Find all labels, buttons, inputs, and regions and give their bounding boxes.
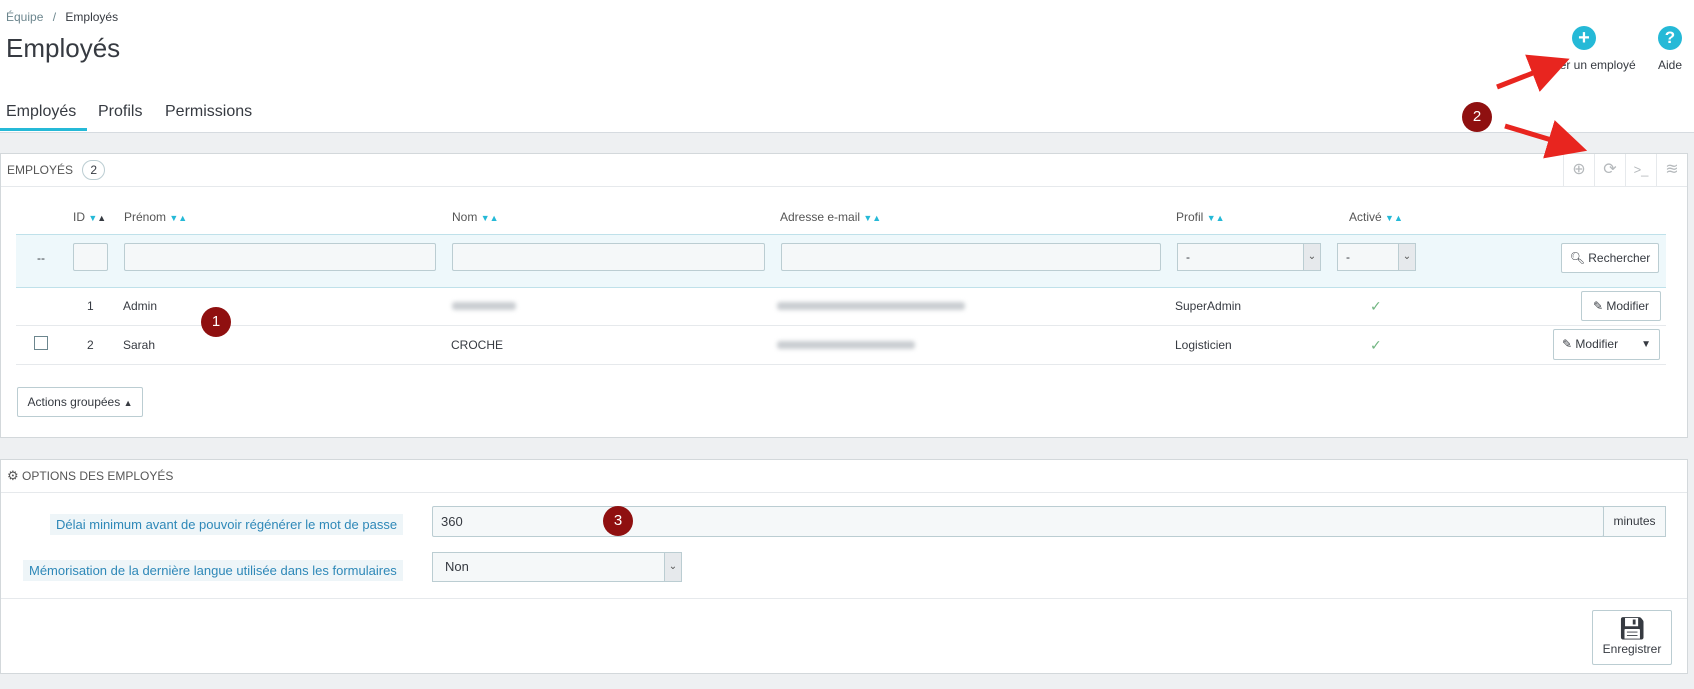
bulk-actions-button[interactable]: Actions groupées ▲ <box>17 387 143 417</box>
row-email-redacted <box>777 302 965 310</box>
help-icon: ? <box>1658 26 1682 50</box>
plus-circle-icon: + <box>1572 26 1596 50</box>
sort-desc-icon[interactable]: ▼ <box>1207 213 1216 223</box>
page-header: Équipe / Employés Employés + Ajouter un … <box>0 0 1694 133</box>
filter-firstname-input[interactable] <box>124 243 436 271</box>
database-icon[interactable]: ≋ <box>1656 154 1687 186</box>
filter-dash: -- <box>37 251 45 265</box>
tab-profiles[interactable]: Profils <box>98 103 142 121</box>
sort-desc-icon[interactable]: ▼ <box>863 213 872 223</box>
pencil-icon: ✎ <box>1592 299 1604 313</box>
sort-asc-icon[interactable]: ▲ <box>872 213 881 223</box>
annotation-marker-2: 2 <box>1462 102 1492 132</box>
password-delay-unit: minutes <box>1603 506 1666 537</box>
filter-lastname-input[interactable] <box>452 243 765 271</box>
chevron-down-icon: ⌄ <box>1303 244 1320 270</box>
sort-desc-icon[interactable]: ▼ <box>481 213 490 223</box>
add-employee-button[interactable]: + Ajouter un employé <box>1528 26 1640 72</box>
tab-permissions[interactable]: Permissions <box>165 103 252 121</box>
sort-asc-icon[interactable]: ▲ <box>1394 213 1403 223</box>
sort-asc-icon[interactable]: ▲ <box>490 213 499 223</box>
plus-circle-icon[interactable]: ⊕ <box>1563 154 1594 186</box>
search-icon: 🔍︎ <box>1569 251 1585 265</box>
help-button[interactable]: ? Aide <box>1652 26 1688 72</box>
breadcrumb: Équipe / Employés <box>6 10 118 24</box>
terminal-icon[interactable]: >_ <box>1625 154 1656 186</box>
password-delay-label: Délai minimum avant de pouvoir régénérer… <box>50 514 404 535</box>
sort-desc-icon[interactable]: ▼ <box>88 213 97 223</box>
edit-button[interactable]: ✎ Modifier ▼ <box>1553 329 1660 360</box>
annotation-marker-3: 3 <box>603 506 633 536</box>
caret-down-icon[interactable]: ▼ <box>1641 330 1651 359</box>
options-panel-title: Options des employés <box>22 469 174 483</box>
annotation-marker-1: 1 <box>201 307 231 337</box>
cogs-icon: ⚙ <box>7 468 19 483</box>
active-tab-indicator <box>0 128 87 131</box>
row-lastname-redacted <box>452 302 516 310</box>
breadcrumb-current: Employés <box>65 10 119 24</box>
floppy-disk-icon: 💾︎ <box>1618 616 1646 641</box>
column-header-profile[interactable]: Profil ▼▲ <box>1176 210 1225 224</box>
column-header-id[interactable]: ID ▼▲ <box>73 210 106 224</box>
column-header-firstname[interactable]: Prénom ▼▲ <box>124 210 187 224</box>
sort-desc-icon[interactable]: ▼ <box>169 213 178 223</box>
sort-asc-icon[interactable]: ▲ <box>1216 213 1225 223</box>
chevron-down-icon: ⌄ <box>664 553 681 581</box>
language-memo-select[interactable]: Non ⌄ <box>432 552 682 582</box>
sort-asc-icon[interactable]: ▲ <box>178 213 187 223</box>
page-title: Employés <box>6 33 121 63</box>
refresh-icon[interactable]: ⟳ <box>1594 154 1625 186</box>
caret-up-icon: ▲ <box>123 398 133 408</box>
filter-profile-select[interactable]: - ⌄ <box>1177 243 1321 271</box>
row-firstname: Sarah <box>123 338 156 352</box>
column-header-email[interactable]: Adresse e-mail ▼▲ <box>780 210 881 224</box>
breadcrumb-parent[interactable]: Équipe <box>6 10 43 24</box>
employees-panel-heading: Employés 2 ⊕ ⟳ >_ ≋ <box>1 154 1687 187</box>
column-header-active[interactable]: Activé ▼▲ <box>1349 210 1403 224</box>
tab-employees[interactable]: Employés <box>6 103 76 121</box>
breadcrumb-separator: / <box>52 10 57 24</box>
row-id: 2 <box>87 338 94 352</box>
panel-footer-divider <box>1 598 1687 599</box>
row-select-checkbox[interactable] <box>34 336 48 350</box>
save-button[interactable]: 💾︎ Enregistrer <box>1592 610 1672 665</box>
edit-button[interactable]: ✎ Modifier <box>1581 291 1661 321</box>
row-profile: Logisticien <box>1175 338 1232 352</box>
language-memo-label: Mémorisation de la dernière langue utili… <box>23 560 403 581</box>
search-button[interactable]: 🔍︎ Rechercher <box>1561 243 1659 273</box>
filter-email-input[interactable] <box>781 243 1161 271</box>
employees-panel-title: Employés <box>7 163 74 177</box>
row-firstname: Admin <box>123 299 158 313</box>
add-employee-label: Ajouter un employé <box>1532 58 1636 72</box>
sort-desc-icon[interactable]: ▼ <box>1385 213 1394 223</box>
row-email-redacted <box>777 341 915 349</box>
column-header-lastname[interactable]: Nom ▼▲ <box>452 210 499 224</box>
filter-id-input[interactable] <box>73 243 108 271</box>
chevron-down-icon: ⌄ <box>1398 244 1415 270</box>
row-id: 1 <box>87 299 94 313</box>
employees-count-badge: 2 <box>82 160 106 180</box>
options-panel-heading: ⚙ Options des employés <box>1 460 1687 493</box>
active-check-icon[interactable]: ✓ <box>1370 337 1382 354</box>
row-profile: SuperAdmin <box>1175 299 1242 313</box>
help-label: Aide <box>1657 58 1683 72</box>
active-check-icon[interactable]: ✓ <box>1370 298 1382 315</box>
sort-asc-icon[interactable]: ▲ <box>97 213 106 223</box>
filter-active-select[interactable]: - ⌄ <box>1337 243 1416 271</box>
pencil-icon: ✎ <box>1562 337 1573 351</box>
row-lastname: CROCHE <box>451 338 504 352</box>
